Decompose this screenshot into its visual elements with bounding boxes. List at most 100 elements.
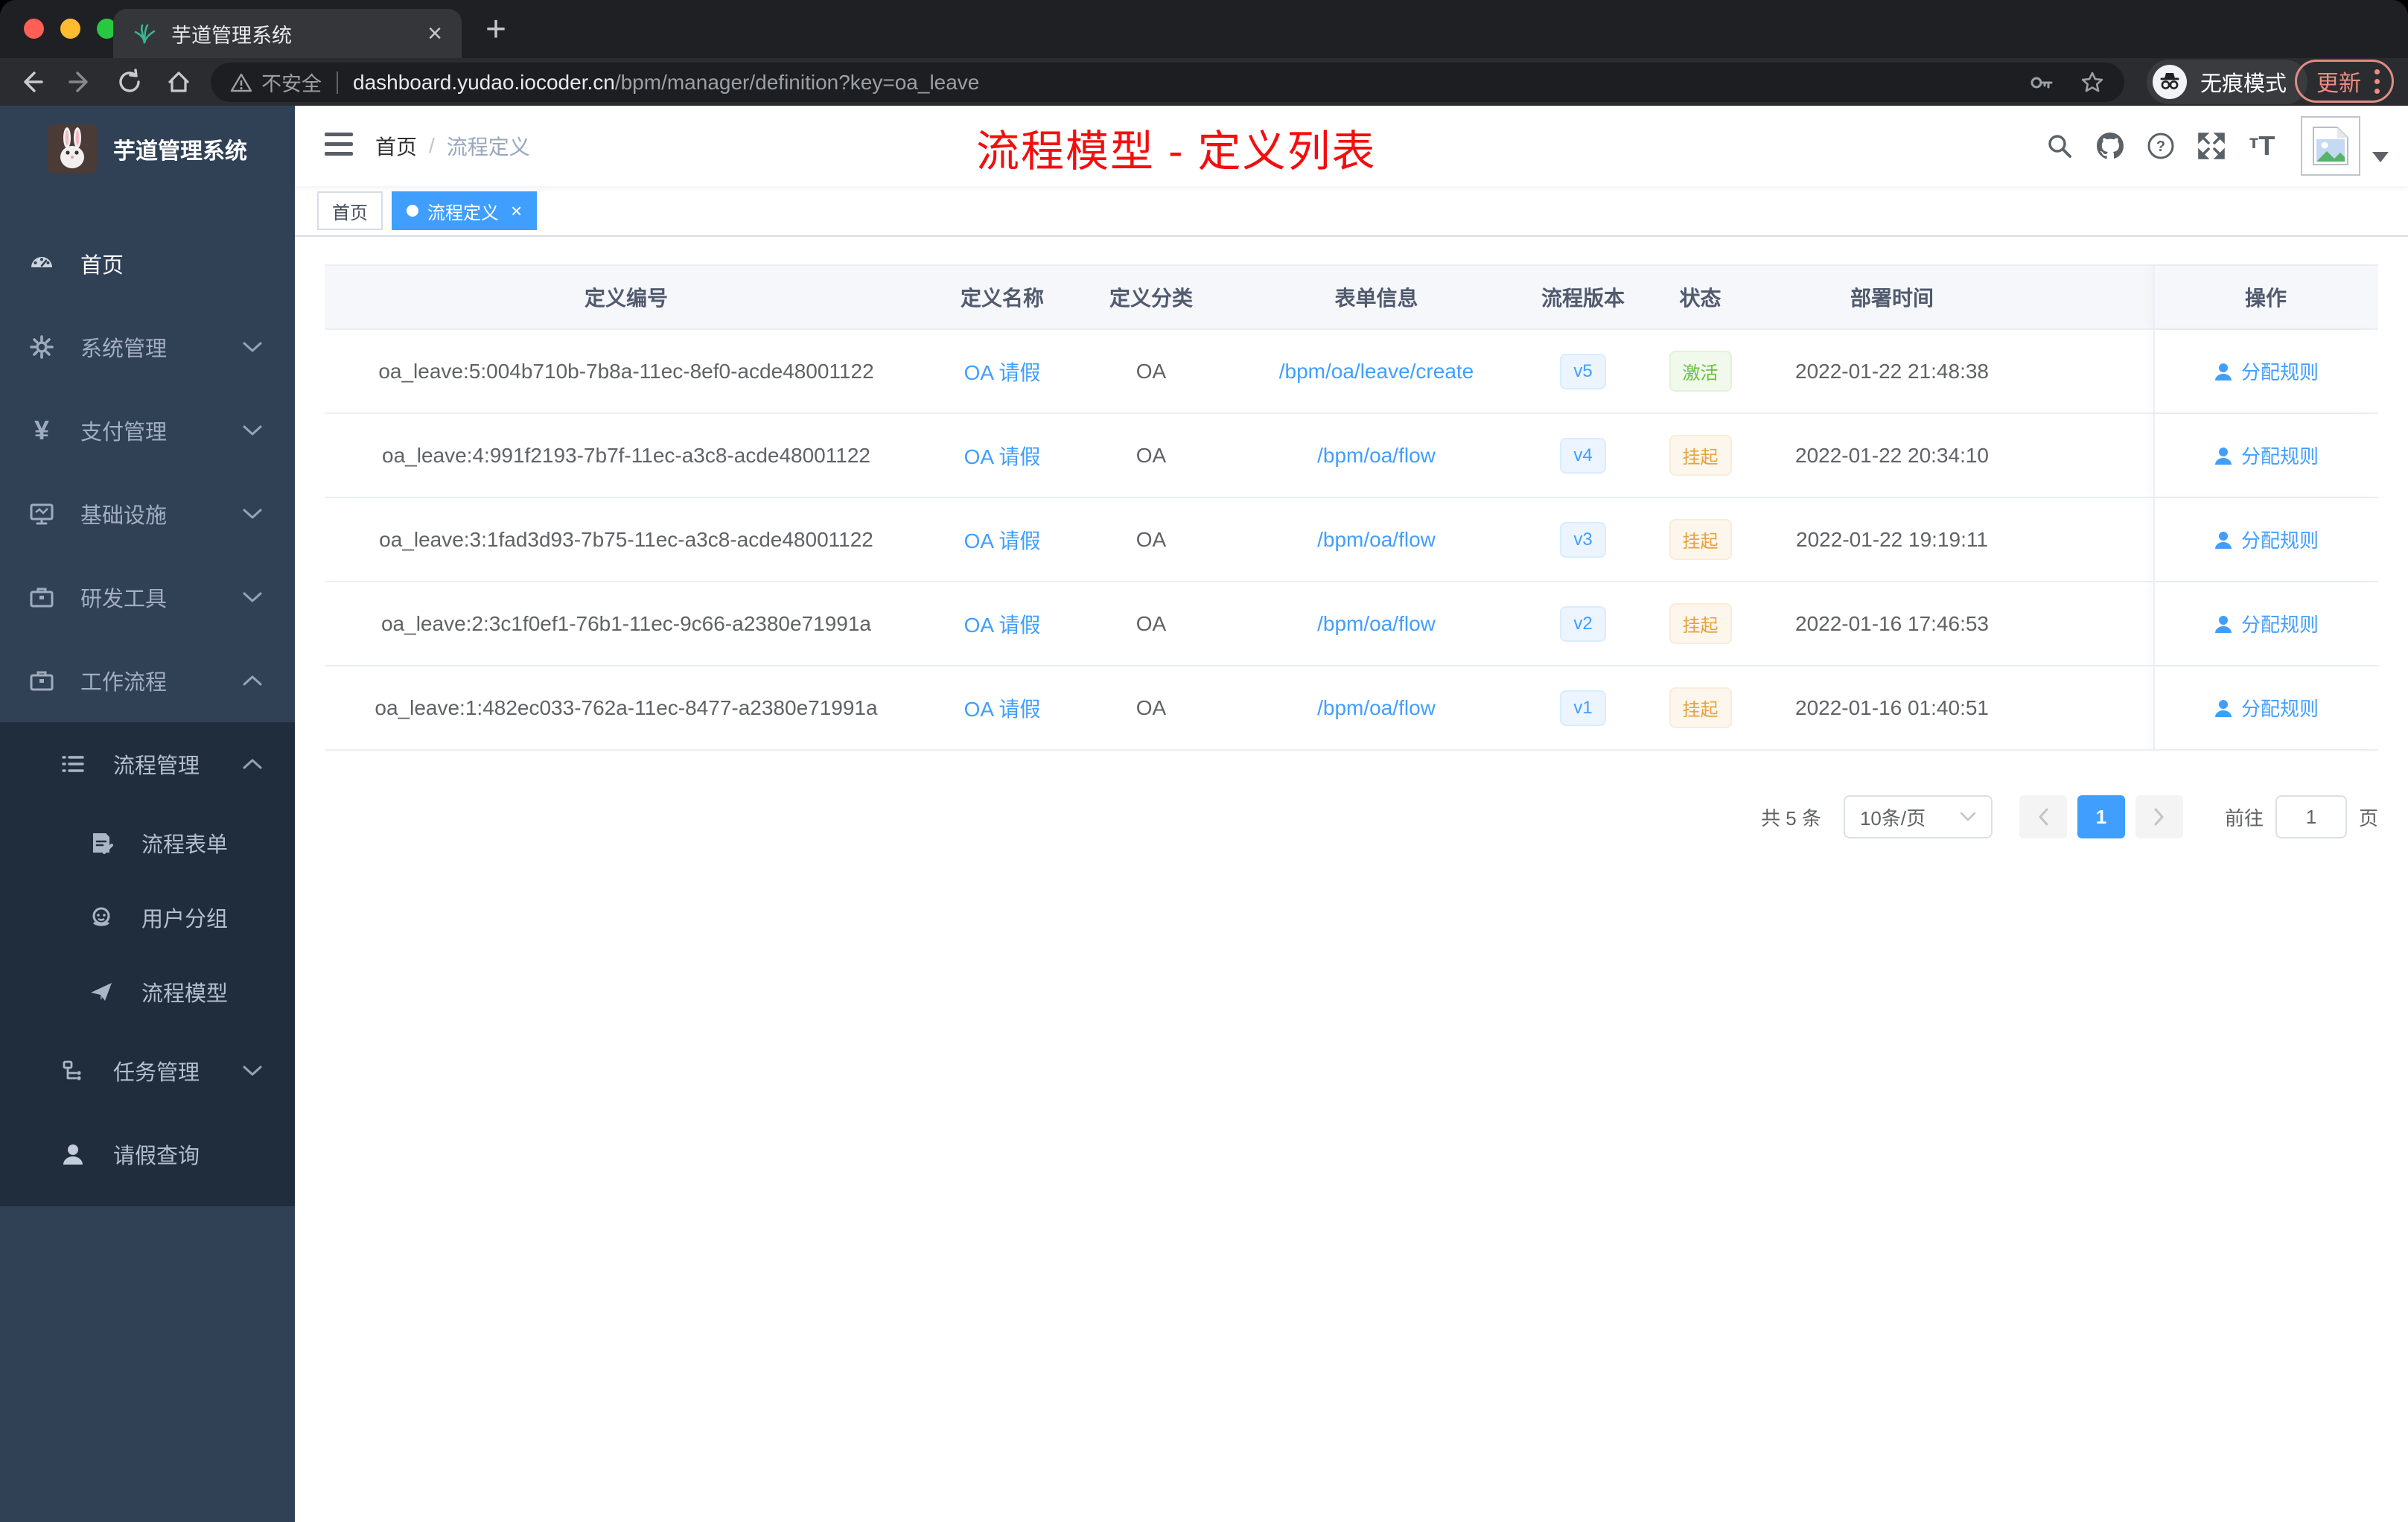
chevron-down-icon xyxy=(243,1065,262,1077)
person-icon xyxy=(2214,363,2232,380)
sidebar-item-process-model[interactable]: 流程模型 xyxy=(0,955,295,1029)
sidebar-item-home[interactable]: 首页 xyxy=(0,222,295,305)
chevron-up-icon xyxy=(243,758,262,770)
font-size-icon[interactable]: тT xyxy=(2237,130,2287,162)
form-icon xyxy=(88,831,115,855)
macos-traffic-lights[interactable] xyxy=(24,19,117,39)
tag-close-icon[interactable]: × xyxy=(511,200,522,223)
cell-definition-name-link[interactable]: OA 请假 xyxy=(928,693,1077,723)
github-icon[interactable] xyxy=(2085,130,2135,162)
sidebar-item-label: 请假查询 xyxy=(113,1144,200,1168)
table-row: oa_leave:3:1fad3d93-7b75-11ec-a3c8-acde4… xyxy=(325,498,2378,582)
address-bar[interactable]: 不安全 dashboard.yudao.iocoder.cn/bpm/manag… xyxy=(211,63,2124,102)
sidebar-item-user-group[interactable]: 用户分组 xyxy=(0,880,295,955)
assign-rule-link[interactable]: 分配规则 xyxy=(2213,357,2319,385)
sidebar-item-payment[interactable]: ¥ 支付管理 xyxy=(0,389,295,472)
table-row: oa_leave:2:3c1f0ef1-76b1-11ec-9c66-a2380… xyxy=(325,582,2378,666)
assign-rule-link[interactable]: 分配规则 xyxy=(2213,526,2319,553)
status-badge: 挂起 xyxy=(1669,687,1732,728)
current-page-button[interactable]: 1 xyxy=(2077,795,2125,838)
window-close-button[interactable] xyxy=(24,19,44,39)
top-navbar: 首页 / 流程定义 流程模型 - 定义列表 ? тT xyxy=(295,106,2408,186)
table-row: oa_leave:4:991f2193-7b7f-11ec-a3c8-acde4… xyxy=(325,414,2378,498)
robot-icon xyxy=(88,905,115,930)
search-icon[interactable] xyxy=(2034,131,2085,161)
chevron-down-icon xyxy=(243,591,262,603)
tag-process-definition[interactable]: 流程定义 × xyxy=(392,191,538,230)
col-header-version: 流程版本 xyxy=(1541,287,1625,310)
next-page-button[interactable] xyxy=(2135,795,2183,838)
col-header-name: 定义名称 xyxy=(960,287,1044,310)
assign-rule-link[interactable]: 分配规则 xyxy=(2213,442,2319,469)
window-minimize-button[interactable] xyxy=(60,19,80,39)
cell-category: OA xyxy=(1135,695,1167,719)
yen-icon: ¥ xyxy=(34,415,50,445)
prev-page-button[interactable] xyxy=(2019,795,2067,838)
hamburger-icon[interactable] xyxy=(325,133,353,156)
bookmark-star-icon[interactable] xyxy=(2080,70,2105,95)
not-secure-label: 不安全 xyxy=(261,73,322,95)
sidebar-item-process-form[interactable]: 流程表单 xyxy=(0,806,295,880)
cell-definition-name-link[interactable]: OA 请假 xyxy=(928,357,1077,386)
person-icon xyxy=(2214,699,2232,717)
password-key-icon[interactable] xyxy=(2029,70,2054,95)
cell-form-link[interactable]: /bpm/oa/flow xyxy=(1226,528,1527,552)
help-icon[interactable]: ? xyxy=(2135,130,2186,162)
forward-icon[interactable] xyxy=(66,67,95,97)
sidebar-item-leave-query[interactable]: 请假查询 xyxy=(0,1112,295,1196)
sidebar-item-devtools[interactable]: 研发工具 xyxy=(0,555,295,639)
cell-definition-id: oa_leave:1:482ec033-762a-11ec-8477-a2380… xyxy=(375,695,878,719)
logo-avatar xyxy=(48,124,97,173)
sidebar-logo[interactable]: 芋道管理系统 xyxy=(0,106,295,192)
home-icon[interactable] xyxy=(164,67,194,97)
tag-home[interactable]: 首页 xyxy=(317,191,383,230)
assign-rule-link[interactable]: 分配规则 xyxy=(2213,610,2319,637)
reload-icon[interactable] xyxy=(115,67,144,97)
assign-rule-link[interactable]: 分配规则 xyxy=(2213,694,2319,722)
version-badge: v1 xyxy=(1560,690,1606,726)
tab-title: 芋道管理系统 xyxy=(171,24,292,47)
user-avatar[interactable] xyxy=(2301,116,2360,176)
tags-view-bar: 首页 流程定义 × xyxy=(295,186,2408,237)
cell-definition-name-link[interactable]: OA 请假 xyxy=(928,609,1077,639)
col-header-action: 操作 xyxy=(2153,266,2377,328)
page-size-select[interactable]: 10条/页 xyxy=(1843,795,1993,838)
col-header-form: 表单信息 xyxy=(1334,287,1418,310)
plane-icon xyxy=(88,979,115,1004)
chrome-update-button[interactable]: 更新 xyxy=(2295,60,2394,103)
breadcrumb-home[interactable]: 首页 xyxy=(375,131,417,161)
tab-close-icon[interactable]: × xyxy=(427,21,442,46)
fullscreen-icon[interactable] xyxy=(2186,130,2237,162)
new-tab-button[interactable]: + xyxy=(485,9,506,50)
goto-label: 前往 xyxy=(2224,806,2264,830)
sidebar-item-label: 流程管理 xyxy=(113,754,200,778)
cell-deploy-time: 2022-01-16 17:46:53 xyxy=(1795,611,1989,635)
sidebar-item-task-management[interactable]: 任务管理 xyxy=(0,1029,295,1112)
url-path: /bpm/manager/definition?key=oa_leave xyxy=(614,70,980,94)
cell-form-link[interactable]: /bpm/oa/leave/create xyxy=(1226,360,1527,383)
table-row: oa_leave:1:482ec033-762a-11ec-8477-a2380… xyxy=(325,666,2378,751)
avatar-caret-icon[interactable] xyxy=(2372,152,2389,162)
user-icon xyxy=(60,1142,86,1167)
sidebar-item-infrastructure[interactable]: 基础设施 xyxy=(0,472,295,555)
sidebar-item-system[interactable]: 系统管理 xyxy=(0,305,295,389)
goto-page-input[interactable]: 1 xyxy=(2275,795,2347,838)
cell-definition-name-link[interactable]: OA 请假 xyxy=(928,441,1077,471)
cell-form-link[interactable]: /bpm/oa/flow xyxy=(1226,696,1527,720)
cell-definition-name-link[interactable]: OA 请假 xyxy=(928,525,1077,555)
sidebar-item-process-management[interactable]: 流程管理 xyxy=(0,722,295,806)
cell-deploy-time: 2022-01-16 01:40:51 xyxy=(1795,695,1989,719)
cell-category: OA xyxy=(1135,611,1167,635)
sidebar-item-workflow[interactable]: 工作流程 xyxy=(0,639,295,722)
status-badge: 激活 xyxy=(1669,351,1732,392)
cell-form-link[interactable]: /bpm/oa/flow xyxy=(1226,444,1527,468)
flow-icon xyxy=(60,1059,86,1083)
cell-form-link[interactable]: /bpm/oa/flow xyxy=(1226,612,1527,636)
browser-tab[interactable]: 芋道管理系统 × xyxy=(113,9,462,58)
cell-deploy-time: 2022-01-22 21:48:38 xyxy=(1795,359,1989,383)
not-secure-warning-icon xyxy=(230,71,252,94)
sidebar-item-label: 支付管理 xyxy=(80,421,168,445)
browser-menu-icon[interactable] xyxy=(2374,69,2380,94)
chevron-down-icon xyxy=(243,508,262,520)
back-icon[interactable] xyxy=(16,67,46,97)
